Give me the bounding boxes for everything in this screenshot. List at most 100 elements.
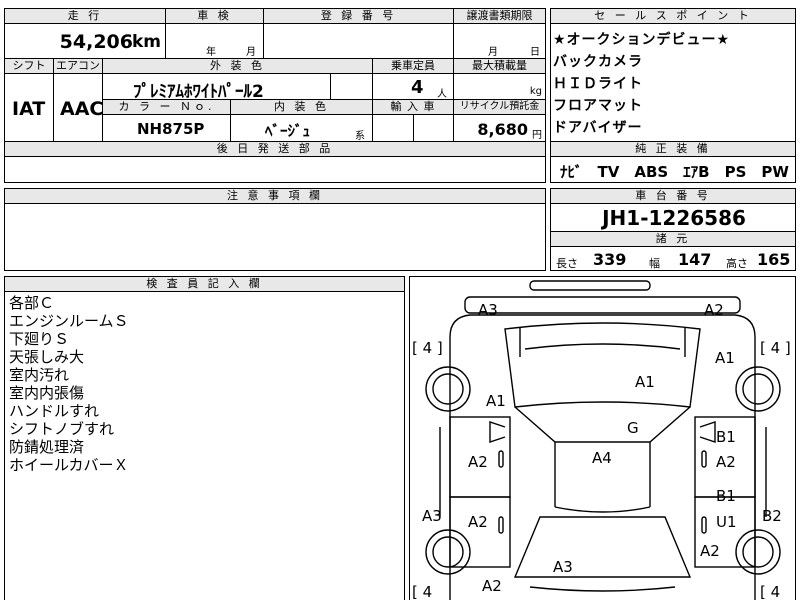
width-label: 幅: [649, 257, 660, 270]
sales-points-header: セ ー ル ス ポ イ ン ト: [550, 8, 796, 24]
inspector-line: ホイールカバーＸ: [9, 456, 129, 474]
later-parts-cell: [4, 156, 546, 183]
maxload-cell: kg: [453, 73, 546, 100]
car-diagram-panel: [ 4 ] [ 4 ] [ 4 [ 4 A3 A2 A1 A1 A1 G A2 …: [409, 276, 796, 600]
inspector-line: シフトノブすれ: [9, 420, 115, 438]
recycle-cell: 8,680 円: [453, 114, 546, 142]
capacity-value: 4: [411, 77, 424, 98]
sales-point-item: フロアマット: [553, 98, 643, 114]
mileage-unit: km: [131, 32, 161, 52]
specs-header: 諸 元: [550, 231, 796, 247]
damage-mark: A2: [716, 453, 736, 471]
notes-header: 注 意 事 項 欄: [4, 188, 546, 204]
shift-cell: IAT: [4, 73, 54, 142]
ac-header: エアコン: [53, 58, 103, 74]
sales-points-list: ★オークションデビュー★ バックカメラ ＨＩＤライト フロアマット ドアバイザー: [550, 23, 796, 142]
chassis-cell: JH1-1226586: [550, 203, 796, 232]
inspector-line: ハンドルすれ: [9, 402, 100, 420]
shift-header: シフト: [4, 58, 54, 74]
damage-mark: A1: [715, 349, 735, 367]
genuine-equipment-cell: ﾅﾋﾞ TV ABS ｴｱB PS PW: [550, 156, 796, 183]
specs-cell: 長さ 339 幅 147 高さ 165: [550, 246, 796, 271]
inspection-cell: 年 月: [165, 23, 264, 59]
damage-mark: G: [627, 419, 639, 437]
import-cell-b: [413, 114, 454, 142]
exterior-extra-cell: [330, 73, 373, 100]
inspector-line: 室内汚れ: [9, 366, 70, 384]
maxload-header: 最大積載量: [453, 58, 546, 74]
chassis-number: JH1-1226586: [602, 206, 746, 230]
damage-mark: A3: [478, 301, 498, 319]
recycle-header: リサイクル預託金: [453, 99, 546, 115]
inspector-line: エンジンルームＳ: [9, 312, 129, 330]
inspection-month: 月: [246, 47, 256, 58]
ac-cell: AAC: [53, 73, 103, 142]
damage-mark: B1: [716, 487, 736, 505]
tire-tread-rear-right: [ 4: [760, 583, 781, 600]
sales-point-item: ★オークションデビュー★: [553, 32, 731, 48]
damage-mark: A3: [553, 558, 573, 576]
notes-cell: [4, 203, 546, 271]
sales-point-item: ＨＩＤライト: [553, 76, 643, 92]
color-no-cell: NH875P: [102, 114, 231, 142]
capacity-cell: 4 人: [372, 73, 454, 100]
later-parts-header: 後 日 発 送 部 品: [4, 141, 546, 157]
damage-mark: A4: [592, 449, 612, 467]
length-label: 長さ: [556, 257, 578, 270]
recycle-value: 8,680: [477, 120, 528, 139]
inspector-line: 天張しみ大: [9, 348, 85, 366]
sales-point-item: ドアバイザー: [553, 120, 643, 136]
mileage-header: 走 行: [4, 8, 166, 24]
mileage-value: 54,206: [59, 31, 133, 53]
interior-value: ﾍﾞｰｼﾞｭ: [265, 122, 311, 140]
length-value: 339: [593, 250, 627, 269]
ac-value: AAC: [60, 98, 104, 120]
color-no-value: NH875P: [137, 120, 205, 138]
height-label: 高さ: [726, 257, 748, 270]
inspector-line: 室内内張傷: [9, 384, 85, 402]
exterior-header: 外 装 色: [102, 58, 373, 74]
damage-mark: A3: [422, 507, 442, 525]
interior-header: 内 装 色: [230, 99, 373, 115]
registration-cell: [263, 23, 454, 59]
exterior-cell: ﾌﾟﾚﾐｱﾑﾎﾜｲﾄﾊﾟｰﾙ2: [102, 73, 331, 102]
interior-suffix: 系: [355, 131, 365, 142]
tire-tread-front-left: [ 4 ]: [412, 339, 443, 357]
genuine-equipment-value: ﾅﾋﾞ TV ABS ｴｱB PS PW: [560, 163, 789, 181]
damage-mark: B2: [762, 507, 782, 525]
damage-mark: U1: [716, 513, 737, 531]
car-outline-diagram: [425, 280, 781, 600]
registration-header: 登 録 番 号: [263, 8, 454, 24]
sales-point-item: バックカメラ: [553, 54, 643, 70]
inspector-line: 各部Ｃ: [9, 294, 55, 312]
transfer-deadline-header: 譲渡書類期限: [453, 8, 546, 24]
shift-value: IAT: [12, 98, 46, 120]
genuine-equipment-header: 純 正 装 備: [550, 141, 796, 157]
mileage-cell: 54,206 km: [4, 23, 166, 59]
color-no-header: カ ラ ー Ｎｏ.: [102, 99, 231, 115]
width-value: 147: [678, 250, 712, 269]
transfer-month: 月: [488, 47, 498, 58]
damage-mark: A2: [468, 453, 488, 471]
capacity-header: 乗車定員: [372, 58, 454, 74]
capacity-unit: 人: [437, 89, 447, 100]
maxload-unit: kg: [529, 86, 542, 97]
inspector-header: 検 査 員 記 入 欄: [4, 276, 405, 292]
damage-mark: A2: [704, 301, 724, 319]
inspection-year: 年: [206, 47, 216, 58]
inspection-header: 車 検: [165, 8, 264, 24]
import-cell-a: [372, 114, 414, 142]
import-header: 輸 入 車: [372, 99, 454, 115]
inspector-line: 防錆処理済: [9, 438, 85, 456]
tire-tread-front-right: [ 4 ]: [760, 339, 791, 357]
transfer-day: 日: [530, 47, 540, 58]
damage-mark: A2: [700, 542, 720, 560]
inspector-notes: 各部Ｃ エンジンルームＳ 下廻りＳ 天張しみ大 室内汚れ 室内内張傷 ハンドルす…: [4, 291, 405, 600]
damage-mark: A1: [486, 392, 506, 410]
damage-mark: A2: [482, 577, 502, 595]
inspector-line: 下廻りＳ: [9, 330, 70, 348]
damage-mark: A2: [468, 513, 488, 531]
chassis-header: 車 台 番 号: [550, 188, 796, 204]
tire-tread-rear-left: [ 4: [412, 583, 433, 600]
recycle-unit: 円: [532, 130, 542, 141]
